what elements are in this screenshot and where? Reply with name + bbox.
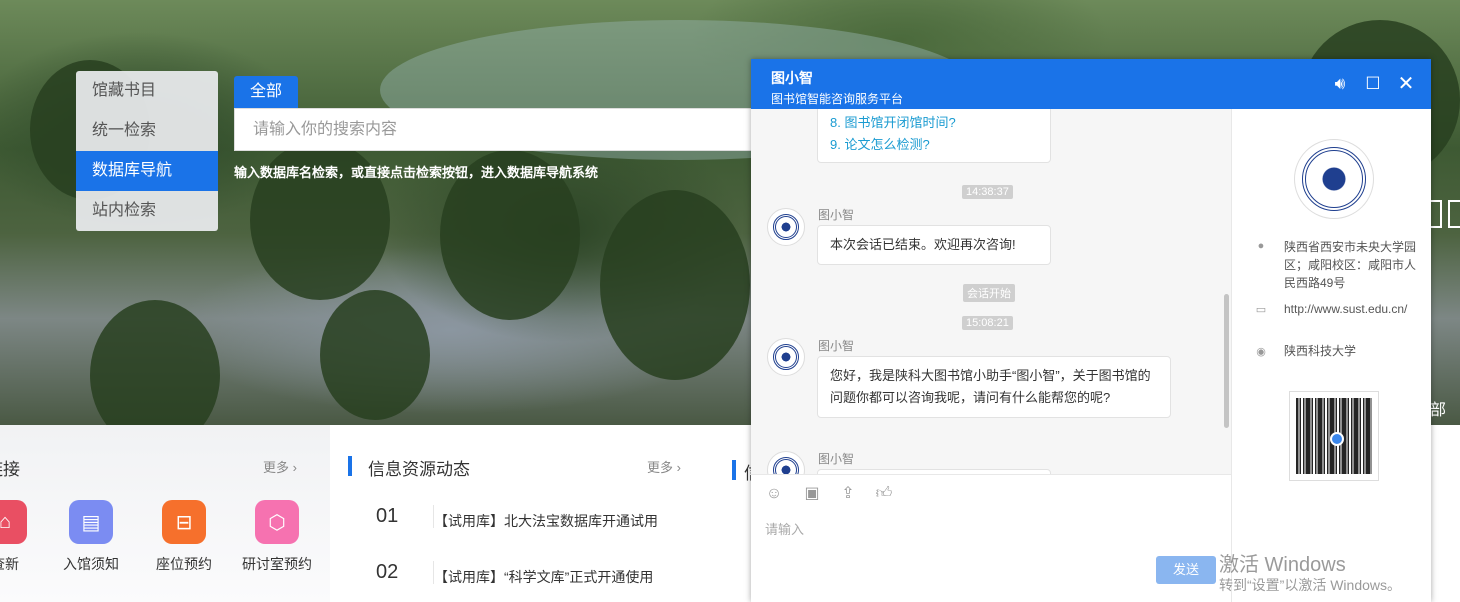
image-icon[interactable]: ▣ bbox=[803, 485, 821, 503]
emoji-icon[interactable]: ☺ bbox=[765, 485, 783, 503]
search-type-menu: 馆藏书目 统一检索 数据库导航 站内检索 bbox=[76, 71, 218, 231]
tree-shape bbox=[600, 190, 750, 380]
message-input[interactable]: 请输入 bbox=[765, 519, 804, 538]
thumbs-up-icon[interactable]: 👍︎ bbox=[875, 485, 893, 503]
message-scrollbar[interactable] bbox=[1224, 294, 1229, 428]
menu-item-unified-search[interactable]: 统一检索 bbox=[76, 111, 218, 151]
bot-avatar bbox=[767, 451, 805, 474]
news-number: 01 bbox=[376, 505, 434, 528]
tree-shape bbox=[90, 300, 220, 425]
section-marker bbox=[732, 460, 736, 480]
activation-watermark-subtitle: 转到“设置”以激活 Windows。 bbox=[1219, 577, 1402, 593]
quick-link-novelty[interactable]: ⌂ 查新 bbox=[0, 500, 30, 574]
quick-link-room[interactable]: ⬡ 研讨室预约 bbox=[240, 500, 314, 574]
tab-all[interactable]: 全部 bbox=[234, 76, 298, 108]
qr-code bbox=[1289, 391, 1379, 481]
sender-name: 图小智 bbox=[818, 208, 855, 222]
news-title[interactable]: 【试用库】“科学文库”正式开通使用 bbox=[434, 567, 653, 587]
menu-item-catalog[interactable]: 馆藏书目 bbox=[76, 71, 218, 111]
bot-avatar bbox=[767, 338, 805, 376]
news-section-title: 信息资源动态 bbox=[368, 460, 470, 479]
cube-icon: ⬡ bbox=[255, 500, 299, 544]
tree-shape bbox=[320, 290, 430, 420]
news-item[interactable]: 01 【试用库】北大法宝数据库开通试用 bbox=[376, 505, 756, 537]
news-title[interactable]: 【试用库】北大法宝数据库开通试用 bbox=[434, 511, 658, 531]
location-icon: ● bbox=[1257, 240, 1265, 252]
quick-link-label: 座位预约 bbox=[156, 556, 212, 572]
menu-item-database-nav[interactable]: 数据库导航 bbox=[76, 151, 218, 191]
close-icon[interactable]: ✕ bbox=[1395, 73, 1417, 95]
edge-text: 部提 bbox=[1430, 402, 1447, 419]
section-marker bbox=[348, 456, 352, 476]
computer-icon: ▭ bbox=[1255, 304, 1267, 316]
quick-link-admission[interactable]: ▤ 入馆须知 bbox=[56, 500, 126, 574]
chat-info-panel: ● 陕西省西安市未央大学园区；咸阳校区：咸阳市人民西路49号 ▭ http://… bbox=[1231, 109, 1431, 602]
website-link[interactable]: http://www.sust.edu.cn/ bbox=[1284, 300, 1419, 318]
message-list[interactable]: 8. 图书馆开闭馆时间? 9. 论文怎么检测? 14:38:37 图小智 本次会… bbox=[751, 109, 1231, 474]
seat-icon: ⊟ bbox=[162, 500, 206, 544]
bot-avatar bbox=[767, 208, 805, 246]
speaker-icon[interactable]: 🔊︎ bbox=[1329, 73, 1351, 95]
timestamp: 15:08:21 bbox=[962, 316, 1013, 330]
links-section-title: 链接 bbox=[0, 460, 20, 479]
quick-link-label: 研讨室预约 bbox=[242, 556, 312, 572]
sender-name: 图小智 bbox=[818, 452, 855, 466]
news-more-link[interactable]: 更多 › bbox=[647, 457, 681, 476]
chat-toolbar: ☺ ▣ ⇪ 👍︎ bbox=[751, 474, 1231, 514]
activation-watermark-title: 激活 Windows bbox=[1219, 554, 1346, 576]
maximize-icon[interactable]: ☐ bbox=[1362, 73, 1384, 95]
news-number: 02 bbox=[376, 561, 434, 584]
quick-link-label: 查新 bbox=[0, 556, 19, 572]
university-logo bbox=[1294, 139, 1374, 219]
chat-window: 图小智 图书馆智能咨询服务平台 🔊︎ ☐ ✕ 8. 图书馆开闭馆时间? 9. 论… bbox=[751, 59, 1431, 602]
faq-link[interactable]: 8. 图书馆开闭馆时间? bbox=[830, 112, 1038, 134]
faq-link[interactable]: 9. 论文怎么检测? bbox=[830, 134, 1038, 156]
slider-nav-box[interactable] bbox=[1448, 200, 1460, 228]
system-notice: 会话开始 bbox=[963, 284, 1015, 302]
chat-title: 图小智 bbox=[771, 70, 813, 86]
document-icon: ▤ bbox=[69, 500, 113, 544]
faq-bubble: 8. 图书馆开闭馆时间? 9. 论文怎么检测? bbox=[817, 109, 1051, 163]
quick-link-label: 入馆须知 bbox=[63, 556, 119, 572]
partial-icon: ⌂ bbox=[0, 500, 27, 544]
chat-header: 图小智 图书馆智能咨询服务平台 🔊︎ ☐ ✕ bbox=[751, 59, 1431, 109]
wechat-icon: ◉ bbox=[1256, 346, 1266, 358]
quick-link-seat[interactable]: ⊟ 座位预约 bbox=[149, 500, 219, 574]
links-more-link[interactable]: 更多 › bbox=[263, 457, 297, 476]
search-input[interactable]: 请输入你的搜索内容 bbox=[234, 108, 754, 151]
upload-icon[interactable]: ⇪ bbox=[839, 485, 857, 503]
address-text: 陕西省西安市未央大学园区；咸阳校区：咸阳市人民西路49号 bbox=[1284, 240, 1417, 290]
timestamp: 14:38:37 bbox=[962, 185, 1013, 199]
sender-name: 图小智 bbox=[818, 339, 855, 353]
chat-subtitle: 图书馆智能咨询服务平台 bbox=[771, 92, 904, 106]
search-hint: 输入数据库名检索，或直接点击检索按钮，进入数据库导航系统 bbox=[234, 165, 599, 180]
bot-message: 您好，我是陕科大图书馆小助手“图小智”，关于图书馆的问题你都可以咨询我呢，请问有… bbox=[817, 356, 1171, 418]
bot-message: 本次会话已结束。欢迎再次咨询! bbox=[817, 225, 1051, 265]
news-item[interactable]: 02 【试用库】“科学文库”正式开通使用 bbox=[376, 561, 756, 593]
wechat-name: 陕西科技大学 bbox=[1284, 344, 1357, 358]
menu-item-site-search[interactable]: 站内检索 bbox=[76, 191, 218, 231]
send-button[interactable]: 发送 bbox=[1156, 556, 1216, 584]
